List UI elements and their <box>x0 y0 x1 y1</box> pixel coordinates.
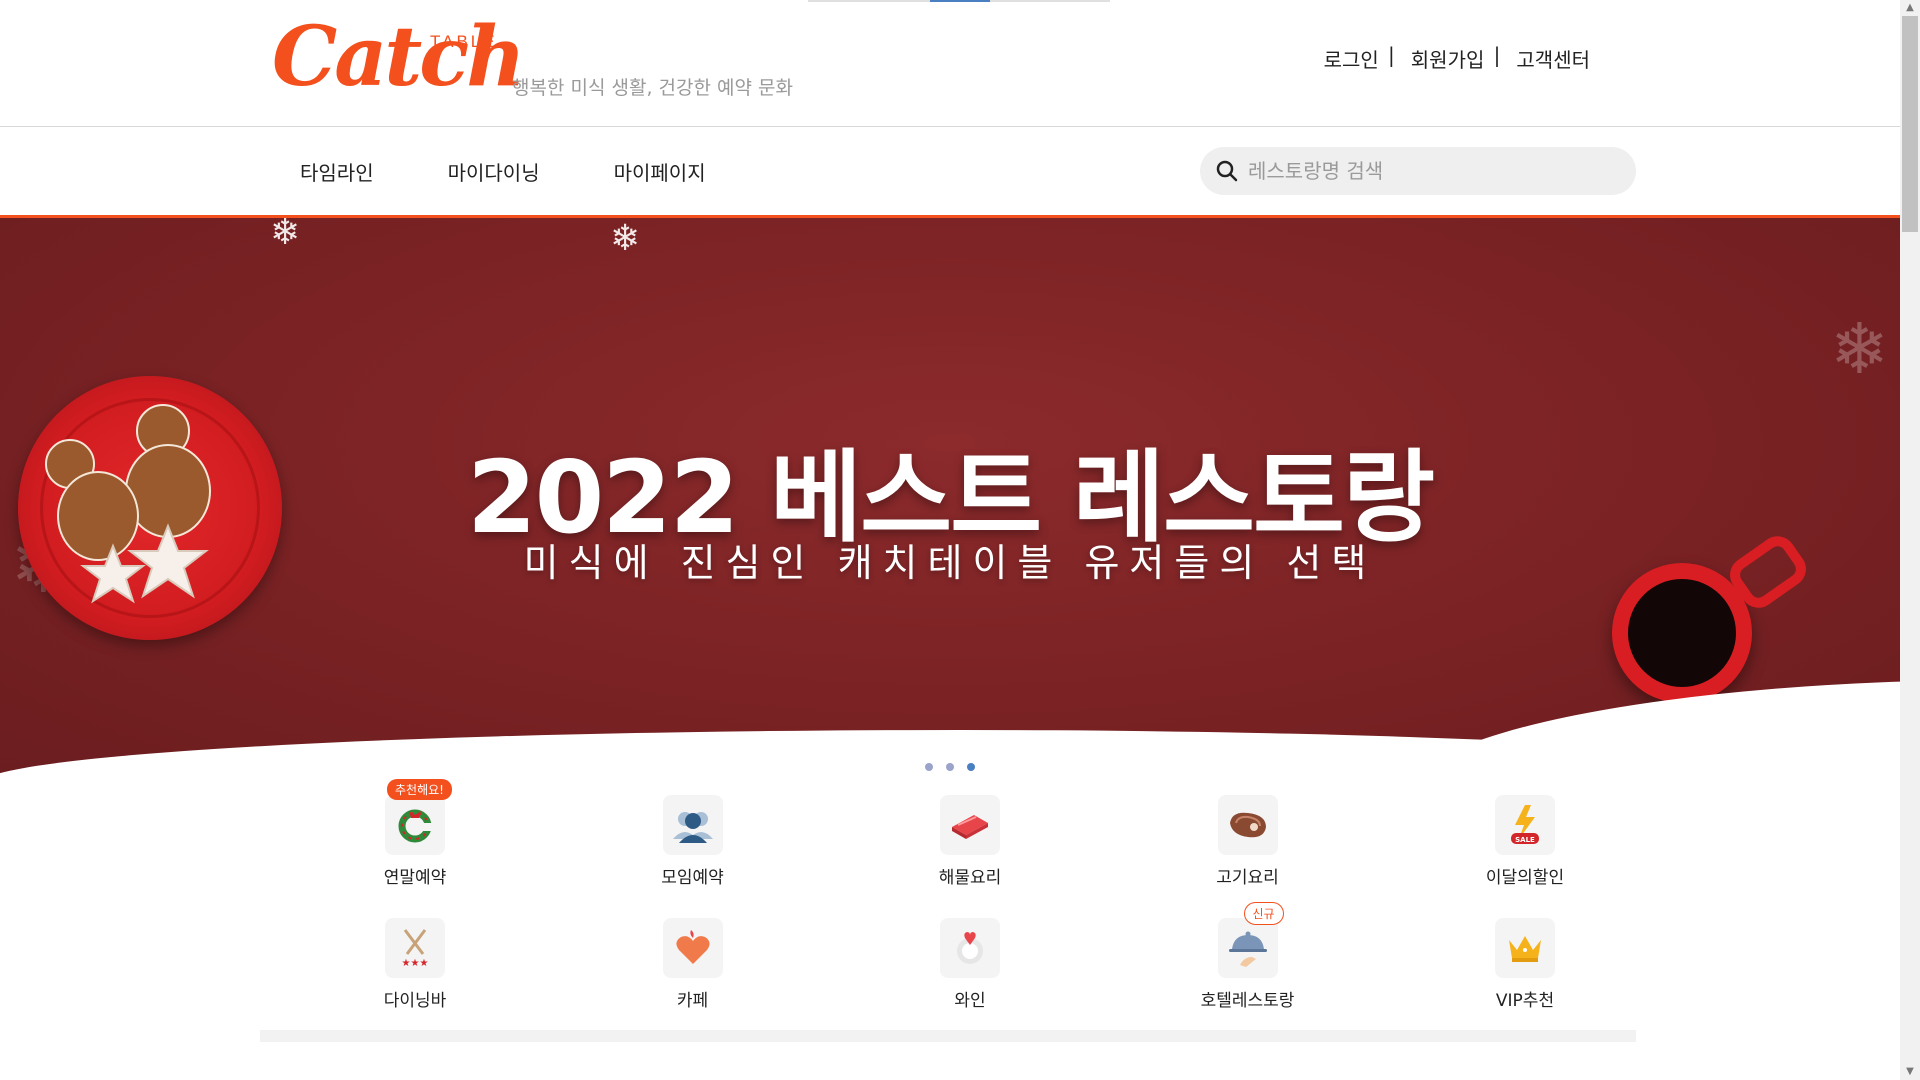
category-cafe[interactable]: 카페 <box>588 918 798 1011</box>
category-label: 와인 <box>954 991 986 1011</box>
category-seafood[interactable]: 해물요리 <box>865 795 1075 888</box>
category-label: 고기요리 <box>1216 868 1279 888</box>
category-monthly-sale[interactable]: SALE 이달의할인 <box>1420 795 1630 888</box>
category-year-end[interactable]: 추천해요! 연말예약 <box>310 779 520 888</box>
category-grid: 추천해요! 연말예약 모임예약 해물요리 고기요리 SALE 이달의할인 ★★★… <box>310 779 1630 1011</box>
category-label: VIP추천 <box>1495 991 1555 1011</box>
carousel-dot[interactable] <box>924 763 933 771</box>
category-label: 이달의할인 <box>1485 868 1565 888</box>
category-label: 모임예약 <box>661 868 724 888</box>
snowflake-icon: ❄ <box>1830 308 1889 390</box>
category-vip[interactable]: VIP추천 <box>1420 918 1630 1011</box>
search-icon[interactable] <box>1216 160 1238 182</box>
wine-icon <box>940 918 1000 978</box>
category-hotel-restaurant[interactable]: 신규 호텔레스토랑 <box>1143 902 1353 1011</box>
category-label: 해물요리 <box>938 868 1002 888</box>
category-label: 연말예약 <box>383 868 447 888</box>
heart-cafe-icon <box>662 918 723 978</box>
sale-icon: SALE <box>1495 795 1555 855</box>
main-nav: 타임라인 마이다이닝 마이페이지 <box>0 127 1900 218</box>
category-group[interactable]: 모임예약 <box>588 795 798 888</box>
search-input[interactable] <box>1246 158 1610 184</box>
logo-subword: TABLE <box>430 32 498 51</box>
logo-wordmark: Catch <box>272 9 526 105</box>
carousel-dot-active[interactable] <box>967 763 976 771</box>
page-scrollbar[interactable]: ▲ ▼ <box>1900 0 1920 1080</box>
recommend-badge: 추천해요! <box>387 779 452 800</box>
tagline: 행복한 미식 생활, 건강한 예약 문화 <box>512 77 793 99</box>
category-dining-bar[interactable]: ★★★ 다이닝바 <box>310 918 520 1011</box>
search-box[interactable] <box>1200 147 1636 195</box>
snowflake-icon: ❄ <box>270 218 301 253</box>
login-link[interactable]: 로그인 <box>1308 43 1395 73</box>
wreath-icon <box>385 795 445 855</box>
svg-text:SALE: SALE <box>1515 836 1535 844</box>
site-header: Catch TABLE 행복한 미식 생활, 건강한 예약 문화 로그인 회원가… <box>0 0 1900 127</box>
coffee-cup-image <box>1612 529 1813 703</box>
category-meat[interactable]: 고기요리 <box>1143 795 1353 888</box>
carousel-dot[interactable] <box>946 763 954 771</box>
category-wine[interactable]: 와인 <box>865 918 1075 1011</box>
steak-icon <box>1217 795 1278 855</box>
carousel-dots <box>0 756 1900 775</box>
scroll-down-arrow-icon[interactable]: ▼ <box>1900 1064 1920 1080</box>
crown-icon <box>1495 918 1555 978</box>
nav-my-page[interactable]: 마이페이지 <box>614 157 706 186</box>
cloche-icon <box>1217 918 1278 978</box>
dining-bar-icon: ★★★ <box>385 918 445 978</box>
category-label: 다이닝바 <box>383 991 447 1011</box>
signup-link[interactable]: 회원가입 <box>1395 43 1501 73</box>
section-divider <box>260 1030 1636 1042</box>
category-label: 호텔레스토랑 <box>1200 991 1295 1011</box>
customer-center-link[interactable]: 고객센터 <box>1500 44 1606 73</box>
nav-my-dining[interactable]: 마이다이닝 <box>448 157 540 186</box>
snowflake-icon: ❄ <box>610 218 641 259</box>
new-badge: 신규 <box>1243 902 1284 925</box>
svg-text:★★★: ★★★ <box>402 958 429 969</box>
scroll-thumb[interactable] <box>1902 16 1918 232</box>
category-label: 카페 <box>676 991 709 1011</box>
scroll-up-arrow-icon[interactable]: ▲ <box>1900 0 1920 16</box>
banner-subtitle: 미식에 진심인 캐치테이블 유저들의 선택 <box>523 541 1377 585</box>
promo-banner[interactable]: ❄ ❄ ❄ ❄ 2022 베스트 레스토랑 미식에 진심인 캐치테이블 유저들의… <box>0 218 1900 780</box>
seafood-icon <box>940 795 1000 855</box>
people-icon <box>662 795 723 855</box>
nav-timeline[interactable]: 타임라인 <box>300 157 374 186</box>
top-links: 로그인 회원가입 고객센터 <box>1308 43 1606 73</box>
catchtable-logo[interactable]: Catch TABLE <box>272 14 526 100</box>
